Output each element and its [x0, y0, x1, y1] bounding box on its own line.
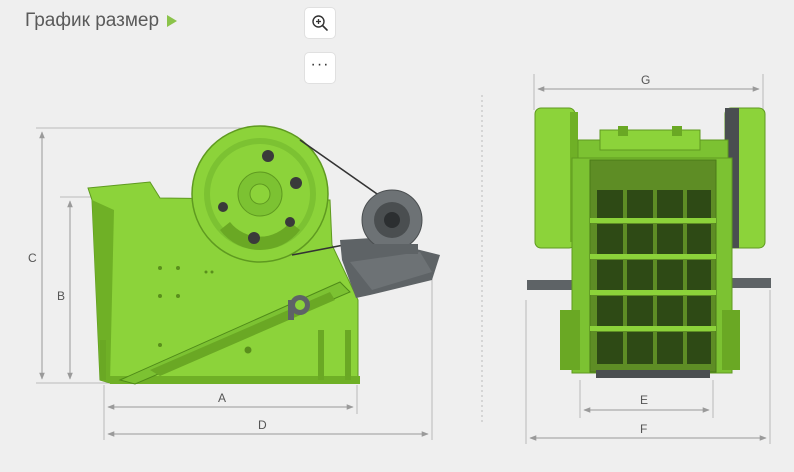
dimension-label-e: E	[640, 393, 648, 407]
dimension-drawing: C B A D G E F	[28, 73, 771, 444]
side-view-machine	[36, 125, 440, 440]
dimension-label-c: C	[28, 251, 37, 265]
dimension-label-b: B	[57, 289, 65, 303]
dimension-label-a: A	[218, 391, 226, 405]
dimension-label-d: D	[258, 418, 267, 432]
front-view-machine	[525, 74, 771, 444]
dimension-label-g: G	[641, 73, 650, 87]
dimension-label-f: F	[640, 422, 647, 436]
